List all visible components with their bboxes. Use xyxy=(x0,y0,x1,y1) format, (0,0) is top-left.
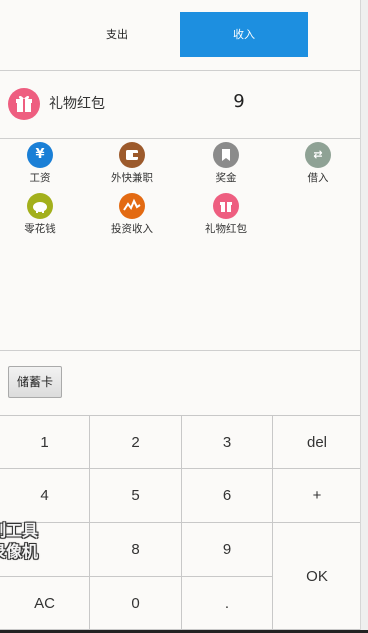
key-9[interactable]: 9 xyxy=(182,523,273,577)
category-label: 礼物红包 xyxy=(205,223,247,235)
category-side-job[interactable]: 外快兼职 xyxy=(92,142,172,185)
category-label: 零花钱 xyxy=(24,223,56,235)
category-borrow[interactable]: ⇄ 借入 xyxy=(278,142,358,185)
category-salary[interactable]: ¥ 工资 xyxy=(0,142,80,185)
plus-key[interactable]: + xyxy=(273,469,362,523)
key-5[interactable]: 5 xyxy=(90,469,182,523)
type-tabs: 支出 收入 xyxy=(0,0,360,71)
ok-key[interactable]: OK xyxy=(273,523,362,630)
wallet-icon xyxy=(119,142,145,168)
tab-income[interactable]: 收入 xyxy=(180,12,308,57)
clear-key[interactable]: AC xyxy=(0,577,90,630)
key-2[interactable]: 2 xyxy=(90,415,182,469)
key-0[interactable]: 0 xyxy=(90,577,182,630)
key-8[interactable]: 8 xyxy=(90,523,182,577)
category-label: 奖金 xyxy=(215,172,237,184)
delete-key[interactable]: del xyxy=(273,415,362,469)
key-6[interactable]: 6 xyxy=(182,469,273,523)
trend-chart-icon xyxy=(119,193,145,219)
amount-row: 礼物红包 9 xyxy=(0,71,360,139)
selected-category-label: 礼物红包 xyxy=(49,96,105,112)
category-label: 外快兼职 xyxy=(111,172,153,184)
category-label: 工资 xyxy=(29,172,51,184)
amount-display: 9 xyxy=(233,91,245,112)
transfer-icon: ⇄ xyxy=(305,142,331,168)
category-pocket-money[interactable]: 零花钱 xyxy=(0,193,80,236)
category-bonus[interactable]: 奖金 xyxy=(186,142,266,185)
tab-expense[interactable]: 支出 xyxy=(55,12,179,57)
category-gift[interactable]: 礼物红包 xyxy=(186,193,266,236)
account-button[interactable]: 储蓄卡 xyxy=(8,366,62,398)
decimal-key[interactable]: . xyxy=(182,577,273,630)
watermark-line: 录像机 xyxy=(0,542,39,561)
category-label: 借入 xyxy=(307,172,329,184)
gift-icon xyxy=(8,88,40,120)
piggy-bank-icon xyxy=(27,193,53,219)
recorder-watermark: 制工具 录像机 xyxy=(0,520,38,562)
category-investment[interactable]: 投资收入 xyxy=(92,193,172,236)
scrollbar-edge xyxy=(360,0,368,633)
key-1[interactable]: 1 xyxy=(0,415,90,469)
keypad: 1 2 3 del 4 5 6 + 8 9 OK AC 0 . xyxy=(0,415,362,630)
account-bar: 储蓄卡 xyxy=(0,350,360,416)
key-4[interactable]: 4 xyxy=(0,469,90,523)
bookmark-icon xyxy=(213,142,239,168)
key-3[interactable]: 3 xyxy=(182,415,273,469)
yen-icon: ¥ xyxy=(27,142,53,168)
category-label: 投资收入 xyxy=(111,223,153,235)
gift-icon xyxy=(213,193,239,219)
watermark-line: 制工具 xyxy=(0,521,39,540)
